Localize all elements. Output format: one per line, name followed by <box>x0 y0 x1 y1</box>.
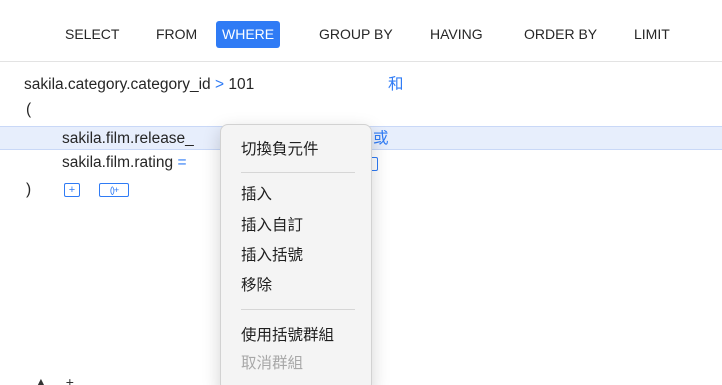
close-paren: ) <box>26 181 32 198</box>
condition-operator-rating[interactable]: = <box>177 154 186 171</box>
condition-value[interactable]: 101 <box>228 76 254 93</box>
add-icon[interactable]: + <box>66 374 74 385</box>
tab-group-by[interactable]: GROUP BY <box>313 21 399 48</box>
menu-item-remove[interactable]: 移除 <box>241 276 272 296</box>
menu-separator <box>241 172 355 173</box>
condition-row-rating[interactable]: sakila.film.rating = <box>62 153 187 173</box>
condition-row[interactable]: sakila.category.category_id > 101 <box>24 75 254 95</box>
menu-item-toggle-negation[interactable]: 切換負元件 <box>241 140 319 160</box>
condition-field[interactable]: sakila.category.category_id <box>24 76 211 93</box>
tab-where[interactable]: WHERE <box>216 21 281 48</box>
menu-item-insert[interactable]: 插入 <box>241 185 272 205</box>
tab-limit[interactable]: LIMIT <box>628 21 676 48</box>
condition-operator[interactable]: > <box>215 76 228 93</box>
tab-having[interactable]: HAVING <box>424 21 489 48</box>
tab-select[interactable]: SELECT <box>59 21 125 48</box>
tab-from[interactable]: FROM <box>150 21 203 48</box>
condition-field-rating[interactable]: sakila.film.rating <box>62 154 173 171</box>
menu-item-insert-brackets[interactable]: 插入括號 <box>241 246 303 266</box>
menu-separator <box>241 309 355 310</box>
tab-order-by[interactable]: ORDER BY <box>518 21 603 48</box>
conjunction-or[interactable]: 或 <box>373 129 389 149</box>
menu-item-insert-custom[interactable]: 插入自訂 <box>241 216 303 236</box>
add-group-button[interactable]: ()+ <box>99 183 129 197</box>
menu-item-ungroup: 取消群組 <box>241 355 304 372</box>
add-condition-button[interactable]: + <box>64 183 80 197</box>
context-menu: 切換負元件 插入 插入自訂 插入括號 移除 使用括號群組 取消群組 <box>220 124 372 385</box>
move-up-icon[interactable]: ▲ <box>34 374 48 385</box>
bottom-toolbar: ▲ + <box>34 374 74 385</box>
condition-field-release[interactable]: sakila.film.release_ <box>62 129 194 149</box>
open-paren: ( <box>26 101 32 118</box>
menu-item-group-with-brackets[interactable]: 使用括號群組 <box>241 326 334 346</box>
clause-tab-bar: SELECT FROM WHERE GROUP BY HAVING ORDER … <box>0 0 722 62</box>
conjunction-and[interactable]: 和 <box>388 75 404 95</box>
